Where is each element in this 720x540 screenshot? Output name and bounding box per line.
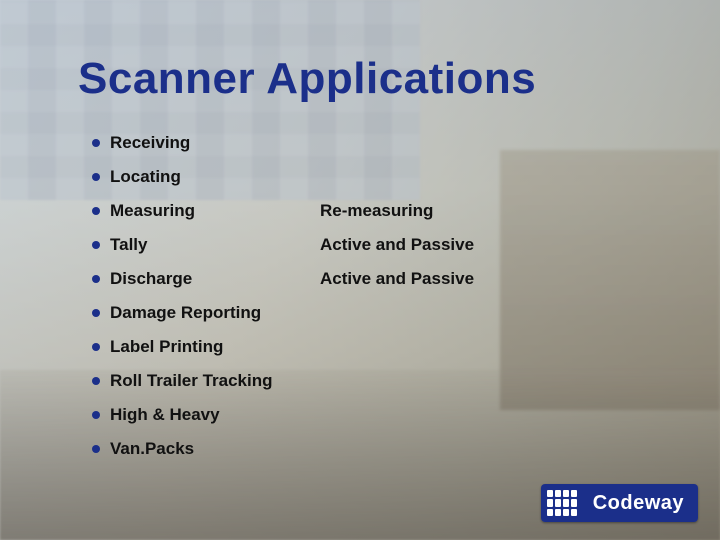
bullet-icon (92, 445, 100, 453)
list-item-desc: Active and Passive (320, 269, 474, 289)
list-item-desc: Re-measuring (320, 201, 433, 221)
list-item: Receiving (92, 126, 612, 160)
list-item-desc: Active and Passive (320, 235, 474, 255)
list-item-label: Label Printing (110, 337, 320, 357)
bullet-icon (92, 241, 100, 249)
logo-text: Codeway (583, 484, 698, 522)
list-item-label: Tally (110, 235, 320, 255)
list-item: Roll Trailer Tracking (92, 364, 612, 398)
bullet-icon (92, 343, 100, 351)
list-item: High & Heavy (92, 398, 612, 432)
bullet-icon (92, 411, 100, 419)
list-item-label: Van.Packs (110, 439, 320, 459)
page-title: Scanner Applications (78, 54, 536, 104)
bullet-icon (92, 139, 100, 147)
list-item: Van.Packs (92, 432, 612, 466)
list-item-label: Discharge (110, 269, 320, 289)
list-item-label: Damage Reporting (110, 303, 320, 323)
slide: Scanner Applications Receiving Locating … (0, 0, 720, 540)
list-item: Label Printing (92, 330, 612, 364)
bullet-list: Receiving Locating Measuring Re-measurin… (92, 126, 612, 466)
list-item: Tally Active and Passive (92, 228, 612, 262)
list-item-label: Receiving (110, 133, 320, 153)
list-item: Damage Reporting (92, 296, 612, 330)
list-item-label: Locating (110, 167, 320, 187)
bullet-icon (92, 207, 100, 215)
list-item: Locating (92, 160, 612, 194)
list-item-label: Measuring (110, 201, 320, 221)
bullet-icon (92, 275, 100, 283)
logo-mark-icon (541, 484, 583, 522)
list-item-label: Roll Trailer Tracking (110, 371, 320, 391)
bullet-icon (92, 309, 100, 317)
bullet-icon (92, 377, 100, 385)
list-item: Measuring Re-measuring (92, 194, 612, 228)
list-item: Discharge Active and Passive (92, 262, 612, 296)
list-item-label: High & Heavy (110, 405, 320, 425)
bullet-icon (92, 173, 100, 181)
brand-logo: Codeway (541, 484, 698, 522)
